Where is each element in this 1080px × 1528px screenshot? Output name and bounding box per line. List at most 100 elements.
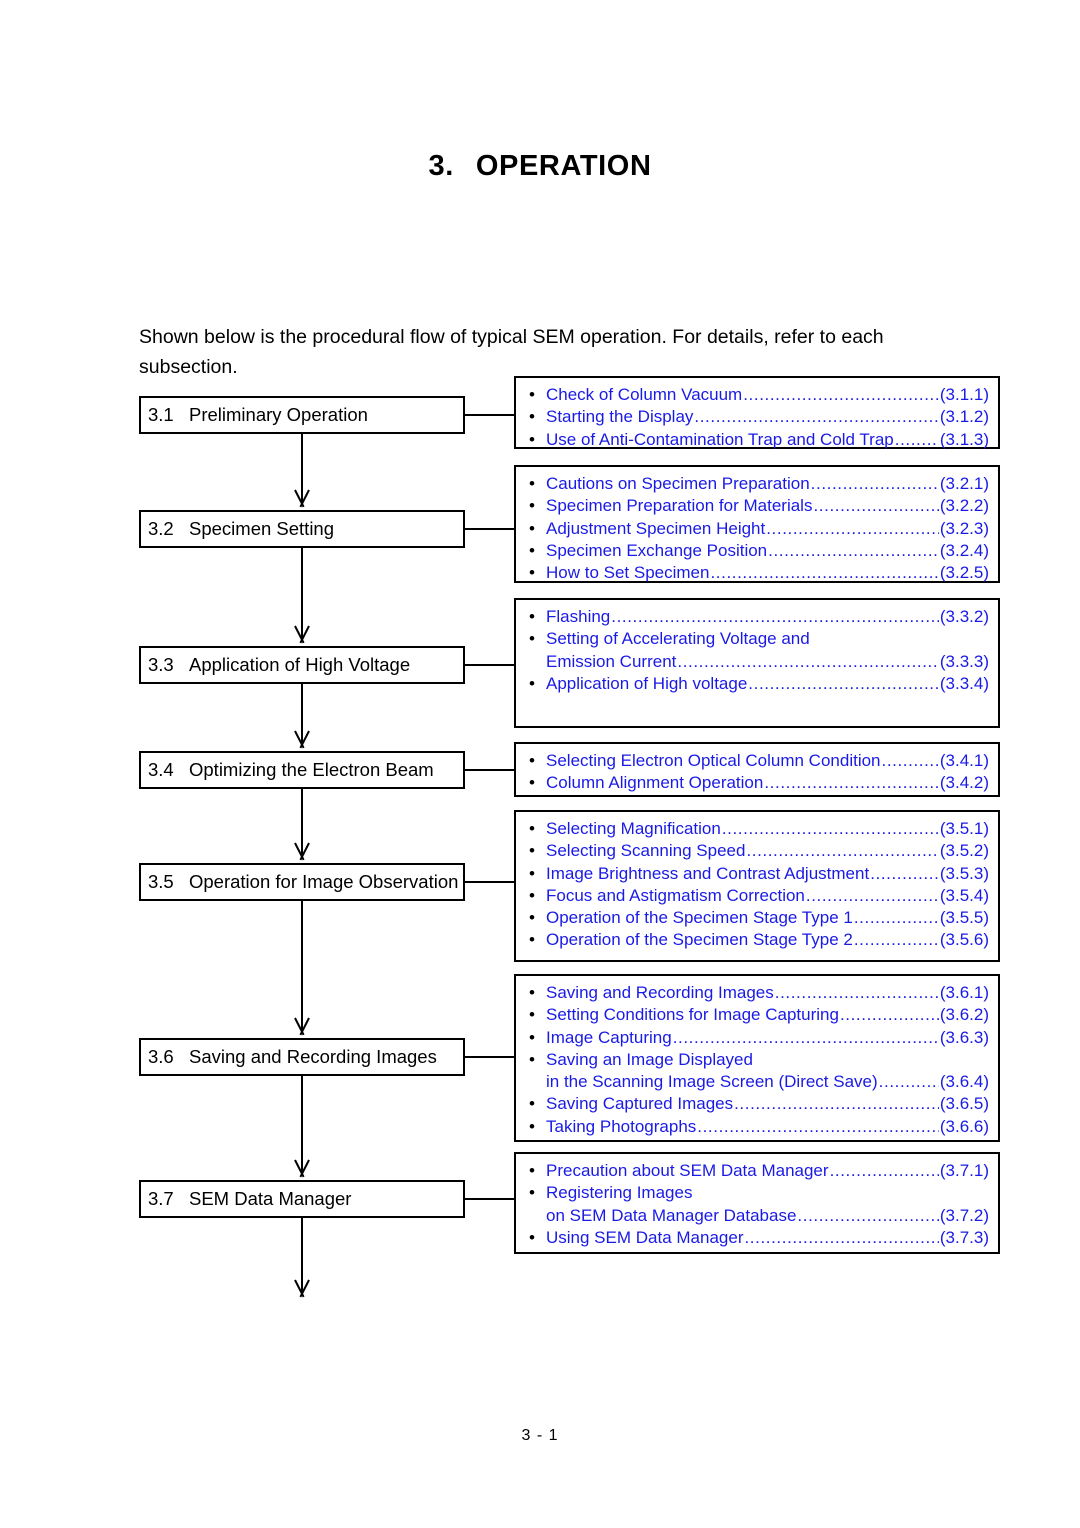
reference-item-line: Specimen Exchange Position..............… [546, 540, 989, 562]
reference-item[interactable]: • Saving an Image Displayed in the Scannin… [525, 1049, 989, 1094]
reference-item-section: (3.7.1) [939, 1161, 989, 1180]
bullet-icon: • [529, 1183, 535, 1203]
reference-item[interactable]: • Operation of the Specimen Stage Type 2.… [525, 929, 989, 951]
reference-item-line: How to Set Specimen.....................… [546, 562, 989, 584]
reference-item[interactable]: • Column Alignment Operation.............… [525, 772, 989, 794]
flow-step-number: 3.7 [148, 1188, 174, 1209]
reference-item[interactable]: • Operation of the Specimen Stage Type 1.… [525, 907, 989, 929]
dot-leader: ........................................… [797, 1205, 938, 1225]
reference-item-line: Cautions on Specimen Preparation........… [546, 473, 989, 495]
reference-item-text: Saving Captured Images [546, 1094, 734, 1114]
reference-item[interactable]: • Flashing...............................… [525, 606, 989, 628]
flow-step-label: SEM Data Manager [189, 1188, 352, 1209]
reference-item-section: (3.6.6) [939, 1116, 989, 1136]
reference-item[interactable]: • Selecting Magnification................… [525, 818, 989, 840]
reference-item[interactable]: • Setting of Accelerating Voltage and Emis… [525, 628, 989, 673]
dot-leader: ........................................… [748, 673, 939, 693]
dot-leader: ........................................… [697, 1116, 939, 1136]
reference-item[interactable]: • Use of Anti-Contamination Trap and Cold… [525, 429, 989, 451]
bullet-icon: • [529, 863, 535, 883]
bullet-icon: • [529, 1094, 535, 1114]
flow-step-box-3-3: 3.3 Application of High Voltage [139, 646, 465, 684]
bullet-icon: • [529, 773, 535, 793]
bullet-icon: • [529, 563, 535, 583]
reference-item-line: Image Capturing.........................… [546, 1027, 989, 1049]
flow-step-box-3-4: 3.4 Optimizing the Electron Beam [139, 751, 465, 789]
reference-item-section: (3.5.5) [939, 908, 989, 928]
bullet-icon: • [529, 1116, 535, 1136]
flow-branch-line [465, 769, 514, 771]
reference-item[interactable]: • Saving Captured Images.................… [525, 1093, 989, 1115]
bullet-icon: • [529, 1005, 535, 1025]
reference-list: • Selecting Electron Optical Column Condi… [525, 750, 989, 795]
reference-item[interactable]: • Precaution about SEM Data Manager......… [525, 1160, 989, 1182]
reference-item-line: Saving an Image Displayed [546, 1049, 989, 1071]
reference-item[interactable]: • Application of High voltage............… [525, 673, 989, 695]
reference-item-text: Saving and Recording Images [546, 983, 774, 1002]
reference-list: • Selecting Magnification................… [525, 818, 989, 952]
reference-item[interactable]: • Taking Photographs.....................… [525, 1116, 989, 1138]
reference-item-section: (3.6.4) [939, 1072, 989, 1092]
dot-leader: ........................................… [611, 607, 939, 626]
flow-step-label: Preliminary Operation [189, 404, 368, 425]
reference-item-section: (3.5.1) [939, 819, 989, 838]
flow-arrow-head-icon [292, 843, 312, 859]
reference-item-text: Image Brightness and Contrast Adjustment [546, 863, 870, 883]
reference-item[interactable]: • Registering Images on SEM Data Manager D… [525, 1182, 989, 1227]
reference-item-line: Adjustment Specimen Height..............… [546, 518, 989, 540]
reference-item-text: Use of Anti-Contamination Trap and Cold … [546, 429, 894, 449]
reference-item-text: Emission Current [546, 651, 677, 671]
reference-item-text: Adjustment Specimen Height [546, 518, 766, 538]
bullet-icon: • [529, 1049, 535, 1069]
reference-item-section: (3.5.2) [939, 841, 989, 861]
reference-item-text: Selecting Magnification [546, 819, 721, 838]
dot-leader: ........................................… [894, 429, 939, 449]
dot-leader: ........................................… [878, 1072, 939, 1092]
reference-item-line: Taking Photographs......................… [546, 1116, 989, 1138]
dot-leader: ........................................… [768, 540, 939, 560]
dot-leader: ........................................… [766, 518, 939, 538]
reference-item-text: Setting Conditions for Image Capturing [546, 1005, 839, 1025]
dot-leader: ........................................… [694, 407, 939, 427]
dot-leader: ........................................… [881, 751, 939, 770]
reference-item[interactable]: • Saving and Recording Images............… [525, 982, 989, 1004]
reference-item[interactable]: • Adjustment Specimen Height.............… [525, 518, 989, 540]
reference-item[interactable]: • Starting the Display...................… [525, 406, 989, 428]
reference-list: • Saving and Recording Images............… [525, 982, 989, 1138]
reference-item-text: Selecting Scanning Speed [546, 841, 746, 861]
reference-item[interactable]: • Focus and Astigmatism Correction.......… [525, 885, 989, 907]
reference-list: • Check of Column Vacuum.................… [525, 384, 989, 451]
reference-item[interactable]: • Cautions on Specimen Preparation.......… [525, 473, 989, 495]
reference-item[interactable]: • Image Brightness and Contrast Adjustmen… [525, 863, 989, 885]
reference-item[interactable]: • Selecting Electron Optical Column Condi… [525, 750, 989, 772]
reference-item-section: (3.2.3) [939, 518, 989, 538]
reference-item-line: Starting the Display....................… [546, 406, 989, 428]
reference-item[interactable]: • Setting Conditions for Image Capturing.… [525, 1004, 989, 1026]
reference-item[interactable]: • Specimen Preparation for Materials.....… [525, 495, 989, 517]
reference-panel-3-3: • Flashing...............................… [514, 598, 1000, 728]
reference-item[interactable]: • How to Set Specimen....................… [525, 562, 989, 584]
reference-item[interactable]: • Check of Column Vacuum.................… [525, 384, 989, 406]
reference-panel-3-4: • Selecting Electron Optical Column Condi… [514, 742, 1000, 797]
flow-step-label: Saving and Recording Images [189, 1046, 437, 1067]
flow-step-label: Specimen Setting [189, 518, 335, 539]
reference-item-line: Operation of the Specimen Stage Type 2..… [546, 929, 989, 951]
reference-item[interactable]: • Image Capturing........................… [525, 1027, 989, 1049]
reference-item[interactable]: • Using SEM Data Manager.................… [525, 1227, 989, 1249]
reference-item-continuation: on SEM Data Manager Database............… [546, 1205, 989, 1227]
reference-item-section: (3.1.2) [939, 407, 989, 427]
dot-leader: ........................................… [672, 1027, 939, 1047]
reference-item[interactable]: • Specimen Exchange Position.............… [525, 540, 989, 562]
reference-item-line: Saving Captured Images..................… [546, 1093, 989, 1115]
reference-panel-3-6: • Saving and Recording Images............… [514, 974, 1000, 1142]
flow-connector-line [301, 901, 303, 1032]
flow-step-number: 3.2 [148, 518, 174, 539]
bullet-icon: • [529, 885, 535, 905]
flow-branch-line [465, 414, 514, 416]
page-footer: 3 - 1 [521, 1427, 559, 1444]
flow-arrow-head-icon [292, 1280, 312, 1296]
reference-item-section: (3.5.3) [939, 863, 989, 883]
reference-item[interactable]: • Selecting Scanning Speed...............… [525, 840, 989, 862]
document-page: 3. OPERATION Shown below is the procedura… [0, 0, 1080, 1528]
reference-item-text: How to Set Specimen [546, 563, 710, 583]
